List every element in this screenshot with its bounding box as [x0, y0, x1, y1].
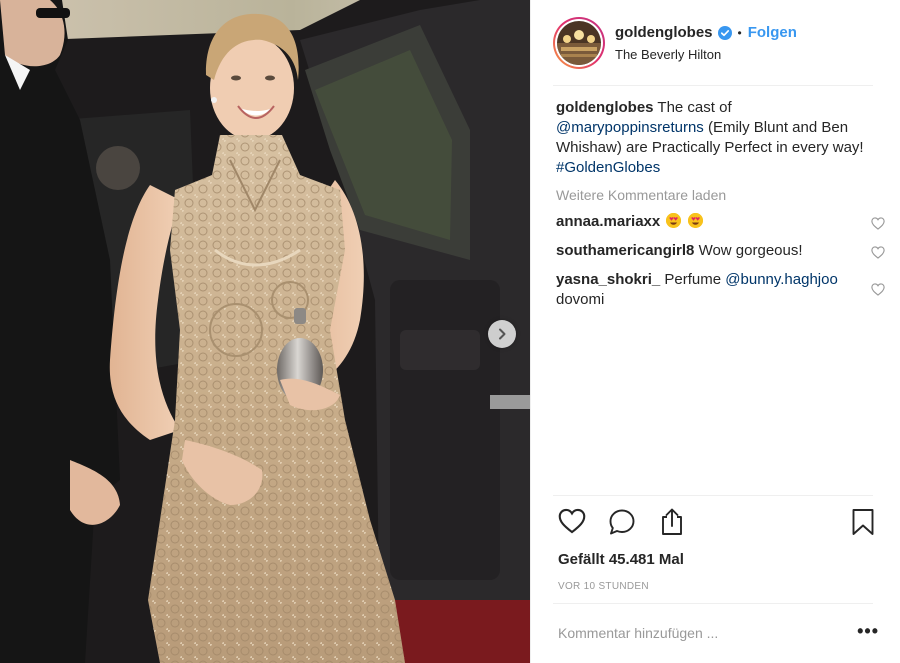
comment-like-heart-icon[interactable]: [871, 216, 885, 236]
comment-text-continued: dovomi: [556, 291, 605, 308]
post-footer: Gefällt 45.481 Mal VOR 10 STUNDEN •••: [531, 495, 900, 644]
more-options-button[interactable]: •••: [857, 622, 879, 640]
comment-item: southamericangirl8 Wow gorgeous!: [556, 241, 885, 261]
separator-dot: •: [737, 25, 742, 40]
comment-bubble-icon[interactable]: [608, 508, 636, 541]
comment-like-heart-icon[interactable]: [871, 282, 885, 302]
comment-username[interactable]: southamericangirl8: [556, 242, 694, 259]
load-more-comments-button[interactable]: Weitere Kommentare laden: [556, 187, 883, 203]
comment-text: Wow gorgeous!: [698, 242, 803, 259]
follow-button[interactable]: Folgen: [748, 24, 797, 41]
comment-mention-link[interactable]: @bunny.haghjoo: [725, 271, 838, 288]
comment-item: annaa.mariaxx: [556, 212, 885, 232]
caption-mention-link[interactable]: @marypoppinsreturns: [556, 119, 704, 136]
location-link[interactable]: The Beverly Hilton: [615, 47, 797, 62]
post-caption: goldenglobes The cast of @marypoppinsret…: [556, 98, 883, 178]
comments-section: goldenglobes The cast of @marypoppinsret…: [553, 98, 885, 310]
post-header: goldenglobes • Folgen The Beverly Hilton: [531, 0, 900, 86]
post-photo: [0, 0, 530, 663]
like-count[interactable]: Gefällt 45.481 Mal: [558, 551, 684, 568]
comment-text: Perfume: [664, 271, 722, 288]
caption-text: The cast of: [657, 99, 732, 116]
share-icon[interactable]: [659, 508, 685, 541]
comment-username[interactable]: yasna_shokri_: [556, 271, 660, 288]
instagram-post: goldenglobes • Folgen The Beverly Hilton…: [0, 0, 900, 663]
post-media[interactable]: [0, 0, 530, 663]
header-username[interactable]: goldenglobes: [615, 24, 713, 41]
next-photo-button[interactable]: [488, 320, 516, 348]
action-bar: [531, 495, 900, 549]
verified-badge-icon: [717, 25, 732, 40]
add-comment-input[interactable]: [558, 622, 818, 644]
caption-username[interactable]: goldenglobes: [556, 99, 654, 116]
heart-eyes-emoji-icon: [666, 213, 682, 228]
comment-item: yasna_shokri_ Perfume @bunny.haghjoo dov…: [556, 270, 885, 310]
heart-eyes-emoji-icon: [687, 213, 703, 228]
chevron-right-icon: [499, 328, 506, 340]
comment-username[interactable]: annaa.mariaxx: [556, 213, 660, 230]
comment-like-heart-icon[interactable]: [871, 245, 885, 265]
post-timestamp[interactable]: VOR 10 STUNDEN: [558, 581, 649, 592]
caption-hashtag-link[interactable]: #GoldenGlobes: [556, 159, 660, 176]
avatar: [557, 21, 601, 65]
avatar-story-ring[interactable]: [553, 17, 605, 69]
heart-icon[interactable]: [558, 508, 586, 539]
add-comment-row: •••: [553, 603, 878, 663]
bookmark-icon[interactable]: [851, 508, 875, 541]
post-sidebar: goldenglobes • Folgen The Beverly Hilton…: [530, 0, 900, 663]
